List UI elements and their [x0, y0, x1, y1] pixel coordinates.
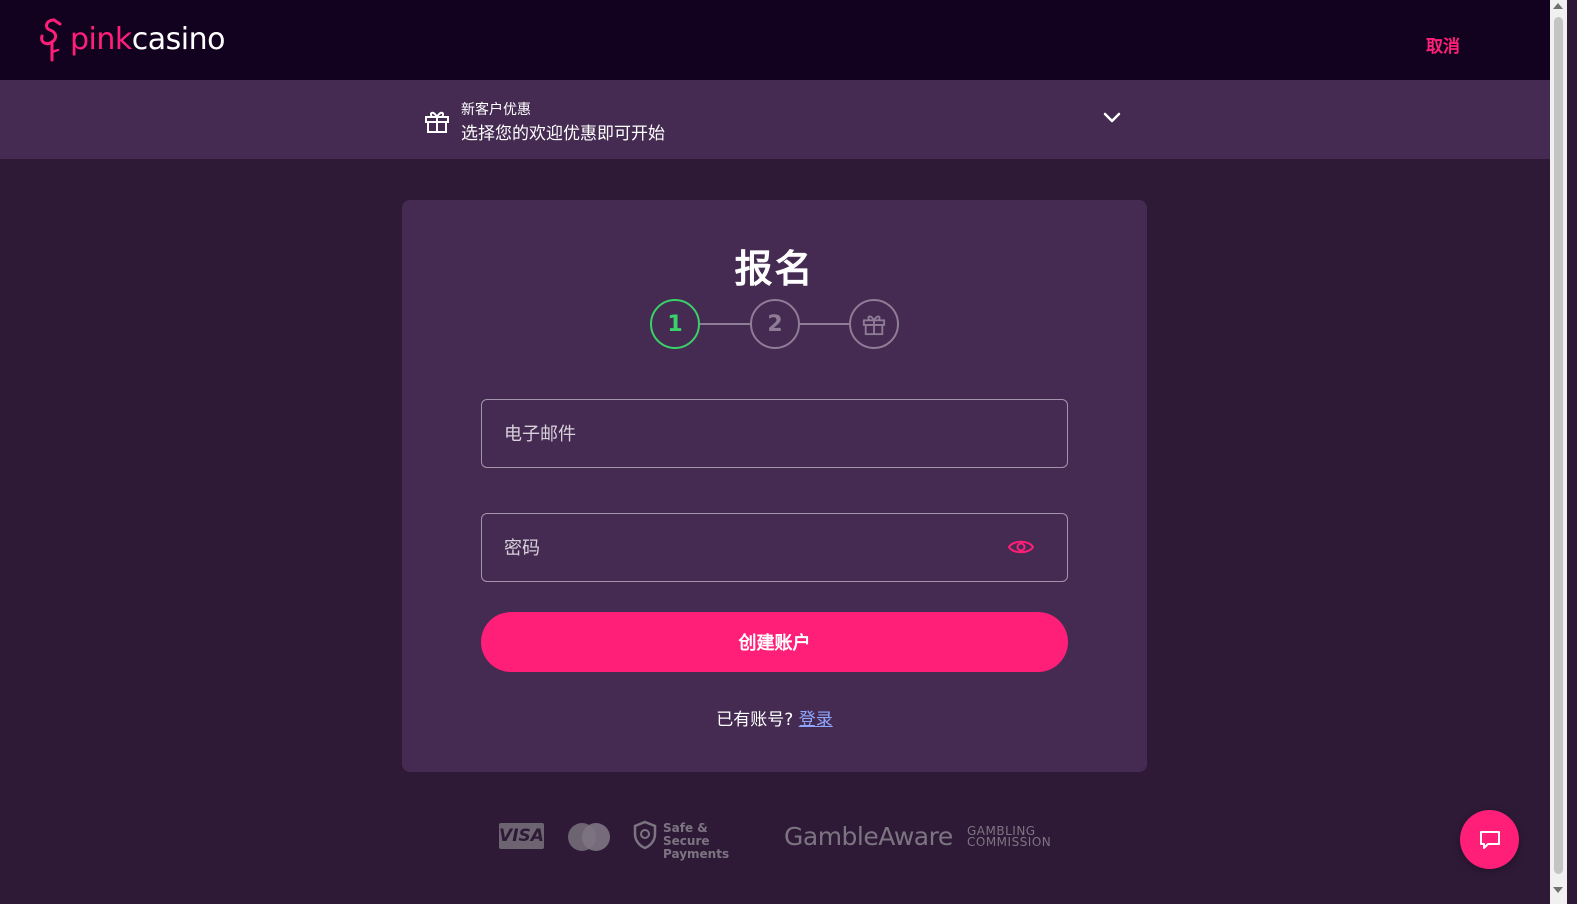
password-field[interactable] — [481, 513, 1068, 583]
offer-subtitle: 选择您的欢迎优惠即可开始 — [461, 124, 665, 144]
gambleaware-logo: GambleAware — [784, 822, 953, 851]
mastercard-logo-circle — [582, 823, 610, 851]
step-connector — [700, 323, 750, 325]
gift-icon — [425, 111, 449, 133]
top-bar: pinkcasino 取消 — [0, 0, 1550, 80]
create-account-button[interactable]: 创建账户 — [481, 612, 1068, 672]
secure-line-2: Payments — [663, 847, 730, 861]
have-account-text: 已有账号? — [716, 710, 794, 730]
step-1-indicator: 1 — [650, 299, 700, 349]
flamingo-icon — [40, 18, 62, 62]
page-title: 报名 — [734, 247, 815, 291]
commission-line-2: COMMISSION — [967, 835, 1052, 849]
signup-progress: 1 2 — [650, 299, 900, 351]
welcome-offer-banner[interactable] — [0, 80, 1550, 159]
gambling-commission-logo: GAMBLING COMMISSION — [967, 825, 1052, 849]
pinkcasino-logo[interactable]: pinkcasino — [36, 16, 225, 64]
visa-logo: VISA — [499, 823, 544, 849]
password-input[interactable] — [502, 514, 986, 583]
scroll-thumb[interactable] — [1554, 17, 1563, 874]
step-connector — [800, 323, 849, 325]
email-input[interactable] — [502, 400, 986, 469]
secure-line-1: Safe & Secure — [663, 821, 710, 848]
secure-payments-logo: Safe & Secure Payments — [663, 822, 729, 861]
login-prompt: 已有账号? 登录 — [402, 705, 1147, 730]
chevron-down-icon[interactable] — [1102, 112, 1122, 124]
eye-icon[interactable] — [1008, 538, 1034, 556]
chat-icon — [1479, 830, 1500, 849]
email-field[interactable] — [481, 399, 1068, 469]
logo-text-white: casino — [131, 22, 226, 57]
shield-icon — [633, 820, 657, 850]
offer-title: 新客户优惠 — [461, 102, 531, 118]
logo-text-pink: pink — [70, 22, 132, 57]
scrollbar[interactable] — [1550, 0, 1567, 904]
login-link[interactable]: 登录 — [799, 710, 833, 730]
step-2-indicator: 2 — [750, 299, 800, 349]
step-3-indicator — [849, 299, 899, 349]
cancel-link[interactable]: 取消 — [1426, 32, 1460, 57]
scroll-down-arrow[interactable] — [1553, 887, 1563, 893]
signup-card: 报名 1 2 创建账户 已有账号? 登录 — [402, 200, 1147, 772]
chat-button[interactable] — [1460, 810, 1519, 869]
scroll-up-arrow[interactable] — [1553, 3, 1563, 9]
gift-icon — [862, 315, 886, 336]
